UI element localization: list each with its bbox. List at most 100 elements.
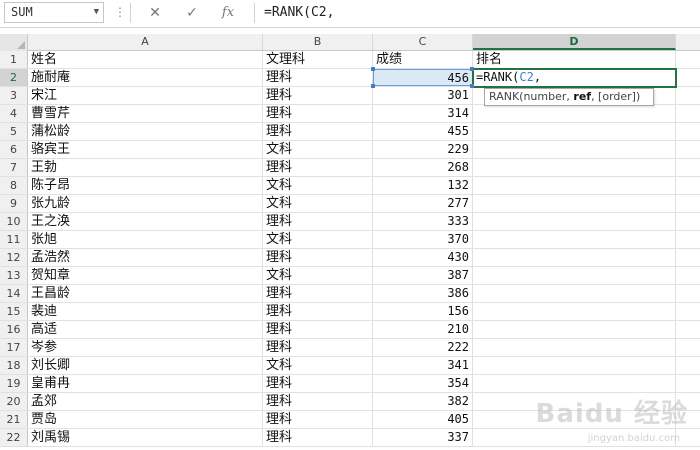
cell-a[interactable]: 皇甫冉 xyxy=(28,375,263,392)
cell-d[interactable] xyxy=(473,177,676,194)
cell-c[interactable]: 370 xyxy=(373,231,473,248)
cell-a[interactable]: 王昌龄 xyxy=(28,285,263,302)
cancel-icon[interactable]: ✕ xyxy=(143,2,167,24)
cell-a[interactable]: 高适 xyxy=(28,321,263,338)
cell-b[interactable]: 理科 xyxy=(263,159,373,176)
cell-b[interactable]: 理科 xyxy=(263,375,373,392)
cell-b[interactable]: 理科 xyxy=(263,249,373,266)
cell-d[interactable] xyxy=(473,339,676,356)
cell-c[interactable]: 268 xyxy=(373,159,473,176)
cell-a[interactable]: 骆宾王 xyxy=(28,141,263,158)
cell-c[interactable]: 455 xyxy=(373,123,473,140)
cell-b[interactable]: 理科 xyxy=(263,429,373,446)
cell-b[interactable]: 理科 xyxy=(263,411,373,428)
formula-input[interactable]: =RANK(C2, xyxy=(264,3,334,22)
cell-d[interactable]: 排名 xyxy=(473,51,676,68)
row-header[interactable]: 14 xyxy=(0,285,28,302)
cell-c[interactable]: 333 xyxy=(373,213,473,230)
cell-a[interactable]: 宋江 xyxy=(28,87,263,104)
cell-c[interactable]: 132 xyxy=(373,177,473,194)
row-header[interactable]: 8 xyxy=(0,177,28,194)
cell-d[interactable] xyxy=(473,285,676,302)
column-header-a[interactable]: A xyxy=(28,34,263,50)
cell-a[interactable]: 孟浩然 xyxy=(28,249,263,266)
row-header[interactable]: 7 xyxy=(0,159,28,176)
cell-b[interactable]: 文科 xyxy=(263,177,373,194)
cell-b[interactable]: 文科 xyxy=(263,357,373,374)
cell-d[interactable] xyxy=(473,321,676,338)
insert-function-icon[interactable]: fx xyxy=(216,2,240,24)
row-header[interactable]: 6 xyxy=(0,141,28,158)
cell-edit-text[interactable]: =RANK(C2, xyxy=(476,70,541,84)
cell-d[interactable] xyxy=(473,105,676,122)
select-all-corner[interactable] xyxy=(0,34,28,51)
chevron-down-icon[interactable]: ▼ xyxy=(94,3,99,22)
cell-a[interactable]: 刘禹锡 xyxy=(28,429,263,446)
row-header[interactable]: 4 xyxy=(0,105,28,122)
cell-c[interactable]: 156 xyxy=(373,303,473,320)
active-cell-d2[interactable]: =RANK(C2, xyxy=(472,68,677,88)
cell-d[interactable] xyxy=(473,213,676,230)
row-header[interactable]: 1 xyxy=(0,51,28,68)
cell-b[interactable]: 理科 xyxy=(263,339,373,356)
row-header[interactable]: 22 xyxy=(0,429,28,446)
enter-icon[interactable]: ✓ xyxy=(180,2,204,24)
cell-d[interactable] xyxy=(473,249,676,266)
cell-a[interactable]: 陈子昂 xyxy=(28,177,263,194)
row-header[interactable]: 19 xyxy=(0,375,28,392)
cell-c[interactable]: 456 xyxy=(373,69,473,86)
row-header[interactable]: 5 xyxy=(0,123,28,140)
cell-b[interactable]: 理科 xyxy=(263,213,373,230)
name-box[interactable]: SUM ▼ xyxy=(4,2,104,23)
cell-b[interactable]: 理科 xyxy=(263,87,373,104)
cell-a[interactable]: 刘长卿 xyxy=(28,357,263,374)
cell-b[interactable]: 文科 xyxy=(263,195,373,212)
cell-b[interactable]: 文科 xyxy=(263,267,373,284)
row-header[interactable]: 9 xyxy=(0,195,28,212)
cell-a[interactable]: 孟郊 xyxy=(28,393,263,410)
cell-a[interactable]: 贺知章 xyxy=(28,267,263,284)
selection-handle[interactable] xyxy=(371,67,375,71)
cell-c[interactable]: 386 xyxy=(373,285,473,302)
cell-d[interactable] xyxy=(473,375,676,392)
cell-b[interactable]: 文科 xyxy=(263,231,373,248)
column-header-b[interactable]: B xyxy=(263,34,373,50)
cell-c[interactable]: 382 xyxy=(373,393,473,410)
cell-d[interactable] xyxy=(473,303,676,320)
row-header[interactable]: 10 xyxy=(0,213,28,230)
cell-c[interactable]: 354 xyxy=(373,375,473,392)
cell-c[interactable]: 405 xyxy=(373,411,473,428)
cell-b[interactable]: 理科 xyxy=(263,123,373,140)
cell-d[interactable] xyxy=(473,231,676,248)
cell-a[interactable]: 贾岛 xyxy=(28,411,263,428)
cell-d[interactable] xyxy=(473,159,676,176)
selection-handle[interactable] xyxy=(371,84,375,88)
row-header[interactable]: 12 xyxy=(0,249,28,266)
cell-d[interactable] xyxy=(473,267,676,284)
cell-a[interactable]: 王之涣 xyxy=(28,213,263,230)
cell-b[interactable]: 理科 xyxy=(263,393,373,410)
selection-handle[interactable] xyxy=(470,67,474,71)
cell-a[interactable]: 张旭 xyxy=(28,231,263,248)
column-header-c[interactable]: C xyxy=(373,34,473,50)
cell-b[interactable]: 理科 xyxy=(263,303,373,320)
cell-a[interactable]: 岑参 xyxy=(28,339,263,356)
cell-b[interactable]: 理科 xyxy=(263,285,373,302)
row-header[interactable]: 15 xyxy=(0,303,28,320)
cell-d[interactable] xyxy=(473,357,676,374)
cell-b[interactable]: 文理科 xyxy=(263,51,373,68)
cell-a[interactable]: 裴迪 xyxy=(28,303,263,320)
cell-c[interactable]: 222 xyxy=(373,339,473,356)
selection-handle[interactable] xyxy=(470,84,474,88)
cell-c[interactable]: 301 xyxy=(373,87,473,104)
cell-c[interactable]: 341 xyxy=(373,357,473,374)
cell-b[interactable]: 文科 xyxy=(263,141,373,158)
cell-d[interactable] xyxy=(473,141,676,158)
cell-a[interactable]: 张九龄 xyxy=(28,195,263,212)
row-header[interactable]: 18 xyxy=(0,357,28,374)
column-header-d[interactable]: D xyxy=(473,34,676,50)
cell-c[interactable]: 314 xyxy=(373,105,473,122)
cell-d[interactable] xyxy=(473,123,676,140)
row-header[interactable]: 2 xyxy=(0,69,28,86)
cell-c[interactable]: 430 xyxy=(373,249,473,266)
